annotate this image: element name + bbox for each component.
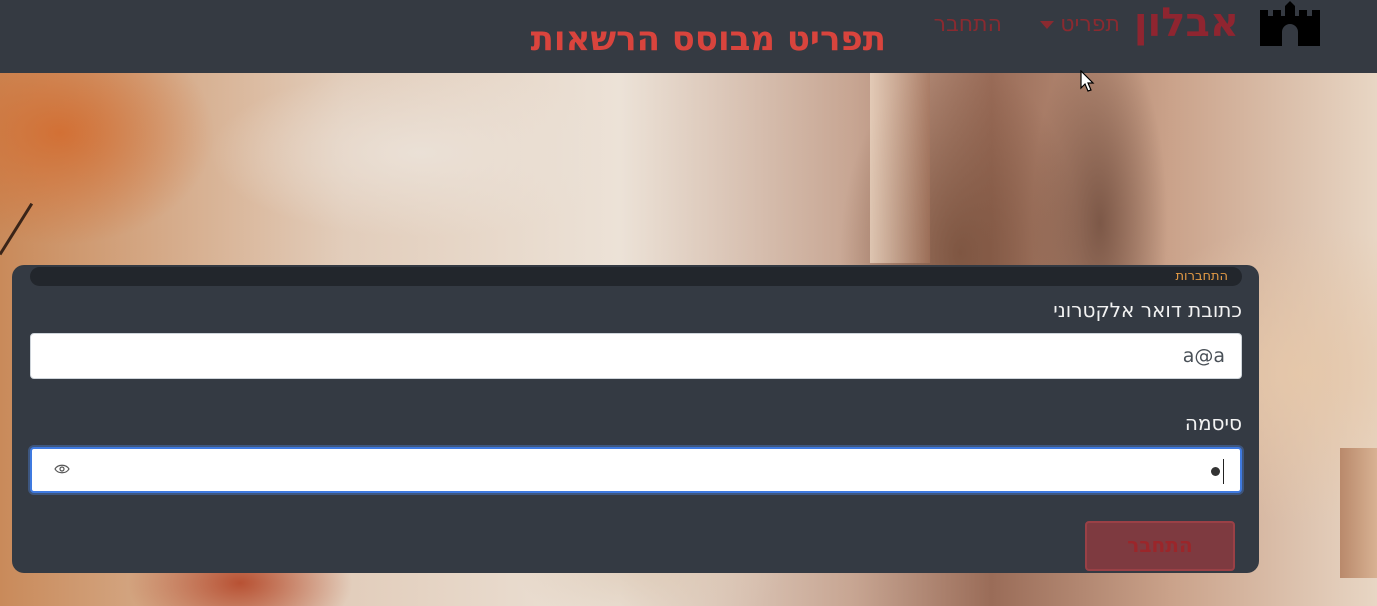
background-tower-right [1340, 448, 1377, 578]
card-header: התחברות [30, 267, 1242, 286]
page-title: תפריט מבוסס הרשאות [530, 19, 886, 59]
menu-dropdown[interactable]: תפריט [1016, 11, 1120, 39]
castle-icon[interactable] [1258, 0, 1322, 48]
login-submit-button[interactable]: התחבר [1085, 521, 1235, 571]
password-label: סיסמה [1184, 411, 1242, 435]
background-spear [0, 202, 34, 256]
background-tower [870, 73, 930, 263]
email-label: כתובת דואר אלקטרוני [1053, 298, 1242, 322]
email-value: a@a [1182, 345, 1225, 367]
login-card: התחברות כתובת דואר אלקטרוני a@a סיסמה הת… [12, 265, 1259, 573]
login-link[interactable]: התחבר [916, 11, 1002, 39]
password-field[interactable] [30, 447, 1242, 493]
menu-label: תפריט [1060, 12, 1120, 37]
text-caret [1223, 459, 1224, 484]
eye-icon[interactable] [54, 463, 70, 475]
section-label: התחברות [1175, 269, 1228, 284]
top-navbar: אבלון תפריט התחבר תפריט מבוסס הרשאות [0, 0, 1377, 73]
brand-name[interactable]: אבלון [1134, 0, 1239, 48]
password-mask [1211, 467, 1220, 476]
email-field[interactable]: a@a [30, 333, 1242, 379]
chevron-down-icon [1040, 21, 1055, 29]
mouse-pointer-icon [1080, 70, 1095, 92]
